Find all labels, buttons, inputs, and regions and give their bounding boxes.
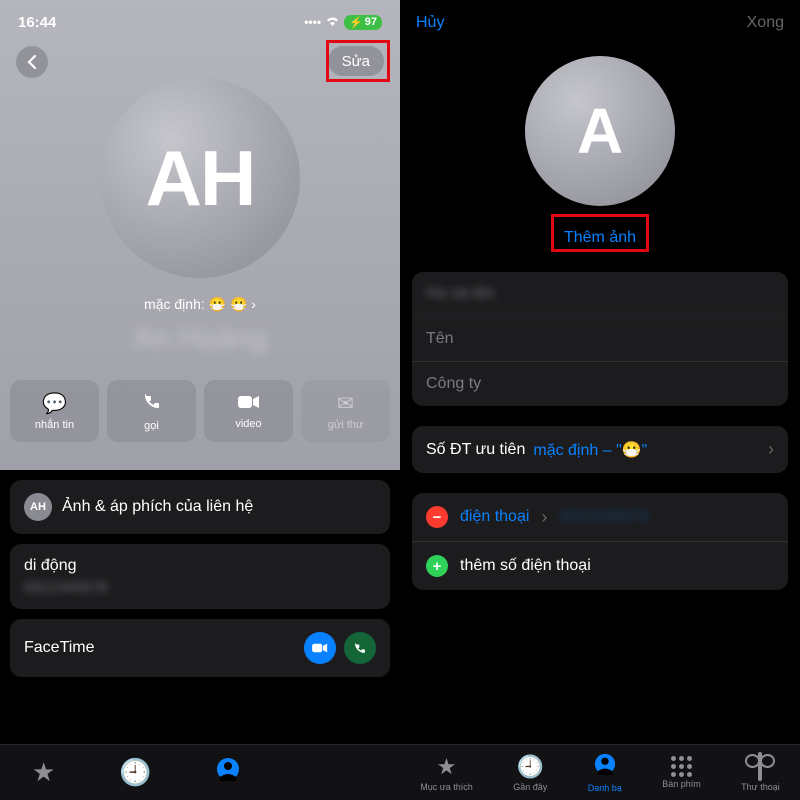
tab-contacts[interactable]: Danh bạ xyxy=(588,753,622,793)
phone-number-blurred: 0912345678 xyxy=(559,508,648,526)
status-bar: 16:44 •••• ⚡97 xyxy=(0,0,400,38)
phone-list-group: − điện thoại › 0912345678 + thêm số điện… xyxy=(412,493,788,590)
quick-actions: 💬 nhắn tin gọi video ✉ gửi thư xyxy=(10,380,390,442)
clock: 16:44 xyxy=(18,14,56,31)
company-field[interactable]: Công ty xyxy=(412,362,788,406)
priority-label: Số ĐT ưu tiên xyxy=(426,441,525,459)
default-ringtone-row[interactable]: mặc định: 😷 😷 › xyxy=(0,296,400,313)
message-icon: 💬 xyxy=(42,391,67,416)
tab-favorites[interactable]: ★Mục ưa thích xyxy=(420,754,473,792)
cellular-icon: •••• xyxy=(304,15,321,29)
tab-recents[interactable]: 🕘Gần đây xyxy=(119,757,151,788)
phone-type-selector[interactable]: điện thoại xyxy=(460,508,529,526)
add-icon[interactable]: + xyxy=(426,555,448,577)
voicemail-icon xyxy=(758,754,762,780)
tab-favorites[interactable]: ★Mục ưa thích xyxy=(32,757,55,788)
mail-button: ✉ gửi thư xyxy=(301,380,390,442)
chevron-right-icon: › xyxy=(541,507,547,528)
poster-cell[interactable]: AH Ảnh & áp phích của liên hệ xyxy=(10,480,390,534)
first-name-field[interactable]: Họ và tên xyxy=(412,272,788,317)
annotation-highlight-addphoto: Thêm ảnh xyxy=(551,214,649,252)
contact-view-screen: 16:44 •••• ⚡97 Sửa AH mặc định: 😷 😷 › An… xyxy=(0,0,400,800)
person-icon xyxy=(216,757,240,788)
tab-contacts[interactable]: Danh bạ xyxy=(216,757,240,788)
status-indicators: •••• ⚡97 xyxy=(304,15,382,30)
keypad-icon xyxy=(671,756,692,777)
facetime-label: FaceTime xyxy=(24,639,95,657)
facetime-video-button[interactable] xyxy=(304,632,336,664)
priority-value: mặc định – "😷" xyxy=(533,440,760,460)
chevron-right-icon: › xyxy=(768,439,774,460)
back-button[interactable] xyxy=(16,46,48,78)
add-photo-button[interactable]: Thêm ảnh xyxy=(564,229,636,247)
mail-icon: ✉ xyxy=(337,391,354,416)
phone-entry-row[interactable]: − điện thoại › 0912345678 xyxy=(412,493,788,542)
add-phone-row[interactable]: + thêm số điện thoại xyxy=(412,542,788,590)
add-phone-label: thêm số điện thoại xyxy=(460,557,591,575)
tab-bar: ★Mục ưa thích 🕘Gần đây Danh bạ Bàn phím … xyxy=(400,744,800,800)
priority-phone-row[interactable]: Số ĐT ưu tiên mặc định – "😷" › xyxy=(412,426,788,473)
clock-icon: 🕘 xyxy=(119,757,151,788)
edit-header: Hủy Xong xyxy=(400,0,800,46)
contact-name: An Hoàng xyxy=(0,322,400,356)
delete-icon[interactable]: − xyxy=(426,506,448,528)
battery-indicator: ⚡97 xyxy=(344,15,382,30)
facetime-cell[interactable]: FaceTime xyxy=(10,619,390,677)
last-name-field[interactable]: Tên xyxy=(412,317,788,362)
priority-phone-group: Số ĐT ưu tiên mặc định – "😷" › xyxy=(412,426,788,473)
star-icon: ★ xyxy=(437,754,457,780)
tab-voicemail[interactable]: Thư thoại xyxy=(741,754,780,792)
wifi-icon xyxy=(325,15,340,29)
done-button[interactable]: Xong xyxy=(747,14,784,32)
person-icon xyxy=(594,753,616,781)
poster-label: Ảnh & áp phích của liên hệ xyxy=(62,498,253,516)
contact-avatar[interactable]: AH xyxy=(100,78,300,278)
message-button[interactable]: 💬 nhắn tin xyxy=(10,380,99,442)
phone-number-blurred: 0912345678 xyxy=(24,579,376,596)
edit-avatar[interactable]: A xyxy=(525,56,675,206)
name-fields-group: Họ và tên Tên Công ty xyxy=(412,272,788,406)
edit-contact-screen: Hủy Xong A Thêm ảnh Họ và tên Tên Công t… xyxy=(400,0,800,800)
contact-details-list: AH Ảnh & áp phích của liên hệ di động 09… xyxy=(0,470,400,677)
annotation-highlight-edit xyxy=(326,40,390,82)
tab-bar: ★Mục ưa thích 🕘Gần đây Danh bạ Bàn phím … xyxy=(0,744,400,800)
contact-hero: 16:44 •••• ⚡97 Sửa AH mặc định: 😷 😷 › An… xyxy=(0,0,400,470)
cancel-button[interactable]: Hủy xyxy=(416,14,444,32)
mobile-phone-cell[interactable]: di động 0912345678 xyxy=(10,544,390,609)
phone-icon xyxy=(142,391,162,417)
tab-keypad[interactable]: Bàn phím xyxy=(662,756,701,789)
call-button[interactable]: gọi xyxy=(107,380,196,442)
clock-icon: 🕘 xyxy=(517,754,544,780)
video-icon xyxy=(238,392,260,415)
video-button[interactable]: video xyxy=(204,380,293,442)
mini-avatar: AH xyxy=(24,493,52,521)
phone-type-label: di động xyxy=(24,557,376,575)
facetime-audio-button[interactable] xyxy=(344,632,376,664)
star-icon: ★ xyxy=(32,757,55,788)
tab-recents[interactable]: 🕘Gần đây xyxy=(513,754,547,792)
